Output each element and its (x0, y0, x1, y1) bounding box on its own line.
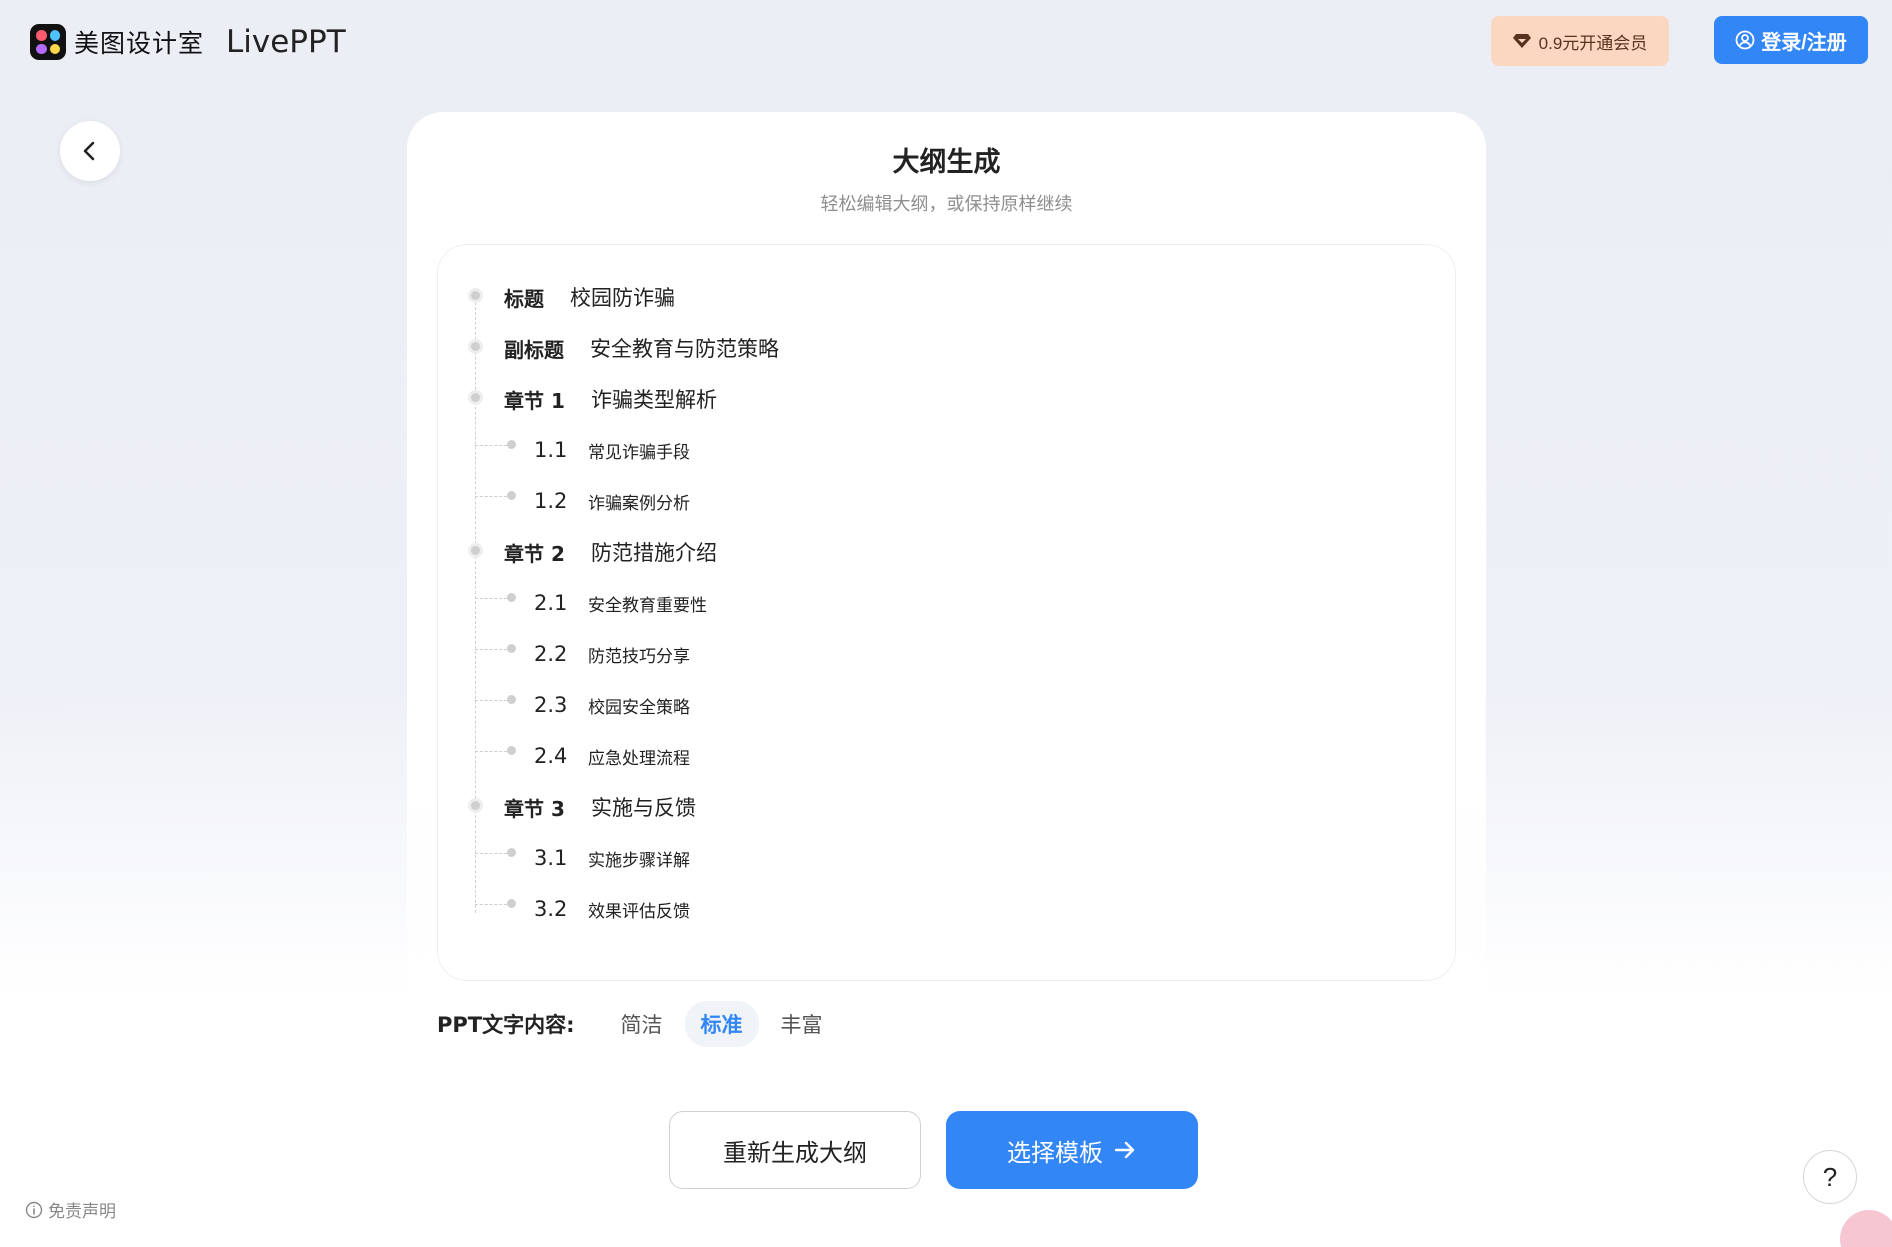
outline-row[interactable]: 副标题 安全教育与防范策略 (438, 328, 1455, 368)
select-template-button[interactable]: 选择模板 (946, 1111, 1198, 1189)
outline-row[interactable]: 3.1 实施步骤详解 (438, 838, 1455, 878)
outline-row-text[interactable]: 效果评估反馈 (588, 897, 690, 922)
outline-branch-line (475, 700, 507, 701)
content-level-option-standard[interactable]: 标准 (684, 1001, 759, 1047)
outline-row-text[interactable]: 校园安全策略 (588, 693, 690, 718)
user-icon (1735, 30, 1755, 50)
outline-row-number: 2.2 (534, 642, 568, 666)
content-level-option-rich[interactable]: 丰富 (765, 1001, 839, 1047)
outline-branch-line (475, 649, 507, 650)
outline-row-number: 标题 (504, 286, 544, 311)
outline-row-text[interactable]: 校园防诈骗 (570, 282, 675, 312)
outline-row-text[interactable]: 常见诈骗手段 (588, 438, 690, 463)
login-button-label: 登录/注册 (1761, 31, 1847, 54)
page-subtitle: 轻松编辑大纲，或保持原样继续 (820, 194, 1073, 215)
outline-branch-line (475, 904, 507, 905)
outline-row-number: 1.2 (534, 489, 568, 513)
content-level-label: PPT文字内容: (437, 1013, 575, 1037)
outline-row[interactable]: 1.1 常见诈骗手段 (438, 430, 1455, 470)
outline-branch-line (475, 853, 507, 854)
vip-button-label: 0.9元开通会员 (1538, 33, 1648, 53)
outline-branch-line (475, 751, 507, 752)
outline-node-dot (507, 695, 516, 704)
outline-row[interactable]: 2.2 防范技巧分享 (438, 634, 1455, 674)
brand-name: 美图设计室 (74, 29, 205, 58)
translate-icon[interactable] (1840, 1210, 1892, 1247)
diamond-icon (1512, 34, 1531, 48)
outline-row[interactable]: 标题 校园防诈骗 (438, 277, 1455, 317)
outline-row[interactable]: 1.2 诈骗案例分析 (438, 481, 1455, 521)
outline-row-number: 2.1 (534, 591, 568, 615)
vip-button[interactable]: 0.9元开通会员 (1491, 16, 1669, 66)
brand-logo-icon (30, 24, 66, 60)
outline-row-text[interactable]: 防范技巧分享 (588, 642, 690, 667)
outline-node-dot (507, 491, 516, 500)
help-button[interactable]: ? (1803, 1150, 1857, 1204)
back-button[interactable] (60, 121, 120, 181)
outline-row[interactable]: 章节 2 防范措施介绍 (438, 532, 1455, 572)
outline-card: 大纲生成 轻松编辑大纲，或保持原样继续 标题 校园防诈骗 副标题 安全教育与防范策略章… (407, 112, 1486, 1202)
outline-row[interactable]: 章节 3 实施与反馈 (438, 787, 1455, 827)
outline-row-text[interactable]: 安全教育重要性 (588, 591, 707, 616)
outline-branch-line (475, 496, 507, 497)
login-button[interactable]: 登录/注册 (1714, 16, 1868, 64)
outline-editor[interactable]: 标题 校园防诈骗 副标题 安全教育与防范策略 章节 1 诈骗类型解析 1.1 常见诈骗手段 1.… (437, 244, 1456, 981)
outline-node-dot (507, 899, 516, 908)
outline-row-text[interactable]: 诈骗案例分析 (588, 489, 690, 514)
disclaimer-link[interactable]: 免责声明 (25, 1197, 116, 1222)
outline-row-text[interactable]: 实施与反馈 (591, 792, 696, 822)
outline-row-number: 章节 2 (504, 541, 565, 566)
outline-row-text[interactable]: 应急处理流程 (588, 744, 690, 769)
outline-row-number: 副标题 (504, 337, 564, 362)
outline-row[interactable]: 章节 1 诈骗类型解析 (438, 379, 1455, 419)
outline-row-number: 3.1 (534, 846, 568, 870)
outline-row[interactable]: 2.1 安全教育重要性 (438, 583, 1455, 623)
outline-row[interactable]: 2.4 应急处理流程 (438, 736, 1455, 776)
outline-row[interactable]: 3.2 效果评估反馈 (438, 889, 1455, 929)
app-name: LivePPT (226, 24, 346, 60)
outline-row-text[interactable]: 安全教育与防范策略 (590, 333, 779, 363)
outline-row-text[interactable]: 诈骗类型解析 (591, 384, 717, 414)
outline-node-dot (471, 801, 480, 810)
outline-node-dot (471, 342, 480, 351)
outline-row-text[interactable]: 防范措施介绍 (591, 537, 717, 567)
outline-node-dot (471, 393, 480, 402)
outline-node-dot (507, 644, 516, 653)
outline-branch-line (475, 445, 507, 446)
brand-logo[interactable]: 美图设计室 (30, 24, 204, 60)
outline-node-dot (507, 746, 516, 755)
outline-node-dot (507, 848, 516, 857)
outline-row-number: 3.2 (534, 897, 568, 921)
outline-row-number: 2.3 (534, 693, 568, 717)
outline-row-number: 章节 3 (504, 796, 565, 821)
info-icon (25, 1201, 43, 1218)
content-level-option-concise[interactable]: 简洁 (605, 1001, 679, 1047)
disclaimer-label: 免责声明 (48, 1202, 116, 1222)
outline-row[interactable]: 2.3 校园安全策略 (438, 685, 1455, 725)
outline-branch-line (475, 598, 507, 599)
chevron-left-icon (83, 141, 95, 161)
outline-node-dot (471, 546, 480, 555)
arrow-right-icon (1114, 1141, 1135, 1159)
outline-row-text[interactable]: 实施步骤详解 (588, 846, 690, 871)
outline-row-number: 2.4 (534, 744, 568, 768)
outline-row-number: 1.1 (534, 438, 568, 462)
outline-node-dot (471, 291, 480, 300)
page-title: 大纲生成 (892, 147, 1001, 178)
regenerate-outline-button[interactable]: 重新生成大纲 (669, 1111, 921, 1189)
content-level-selector: PPT文字内容: 简洁 标准 丰富 (437, 1001, 845, 1047)
outline-node-dot (507, 593, 516, 602)
outline-row-number: 章节 1 (504, 388, 565, 413)
select-template-label: 选择模板 (1007, 1139, 1103, 1167)
outline-node-dot (507, 440, 516, 449)
